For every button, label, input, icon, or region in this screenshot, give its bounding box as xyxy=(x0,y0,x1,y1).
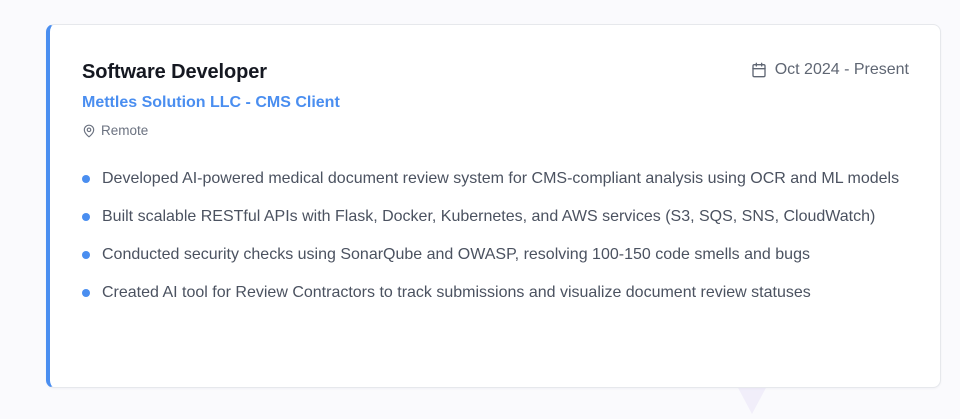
bullet-dot xyxy=(82,251,90,259)
bullet-dot xyxy=(82,289,90,297)
bullet-dot xyxy=(82,213,90,221)
company-name: Mettles Solution LLC - CMS Client xyxy=(82,94,340,111)
map-pin-icon xyxy=(82,124,96,138)
calendar-icon xyxy=(751,62,767,78)
experience-card: Software Developer Mettles Solution LLC … xyxy=(46,24,941,388)
list-item-text: Conducted security checks using SonarQub… xyxy=(102,246,810,263)
date-range-label: Oct 2024 - Present xyxy=(774,61,909,78)
list-item-text: Developed AI-powered medical document re… xyxy=(102,170,900,187)
list-item: Conducted security checks using SonarQub… xyxy=(82,242,912,268)
list-item-text: Built scalable RESTful APIs with Flask, … xyxy=(102,208,876,225)
responsibility-list: Developed AI-powered medical document re… xyxy=(82,166,912,318)
decorative-triangle xyxy=(736,384,768,414)
list-item-text: Created AI tool for Review Contractors t… xyxy=(102,284,811,301)
bullet-dot xyxy=(82,175,90,183)
date-range: Oct 2024 - Present xyxy=(751,60,909,80)
list-item: Built scalable RESTful APIs with Flask, … xyxy=(82,204,912,230)
location-label: Remote xyxy=(101,123,149,138)
list-item: Created AI tool for Review Contractors t… xyxy=(82,280,912,306)
job-title: Software Developer xyxy=(82,61,267,83)
page: Software Developer Mettles Solution LLC … xyxy=(0,0,960,419)
list-item: Developed AI-powered medical document re… xyxy=(82,166,912,192)
location: Remote xyxy=(82,122,148,140)
